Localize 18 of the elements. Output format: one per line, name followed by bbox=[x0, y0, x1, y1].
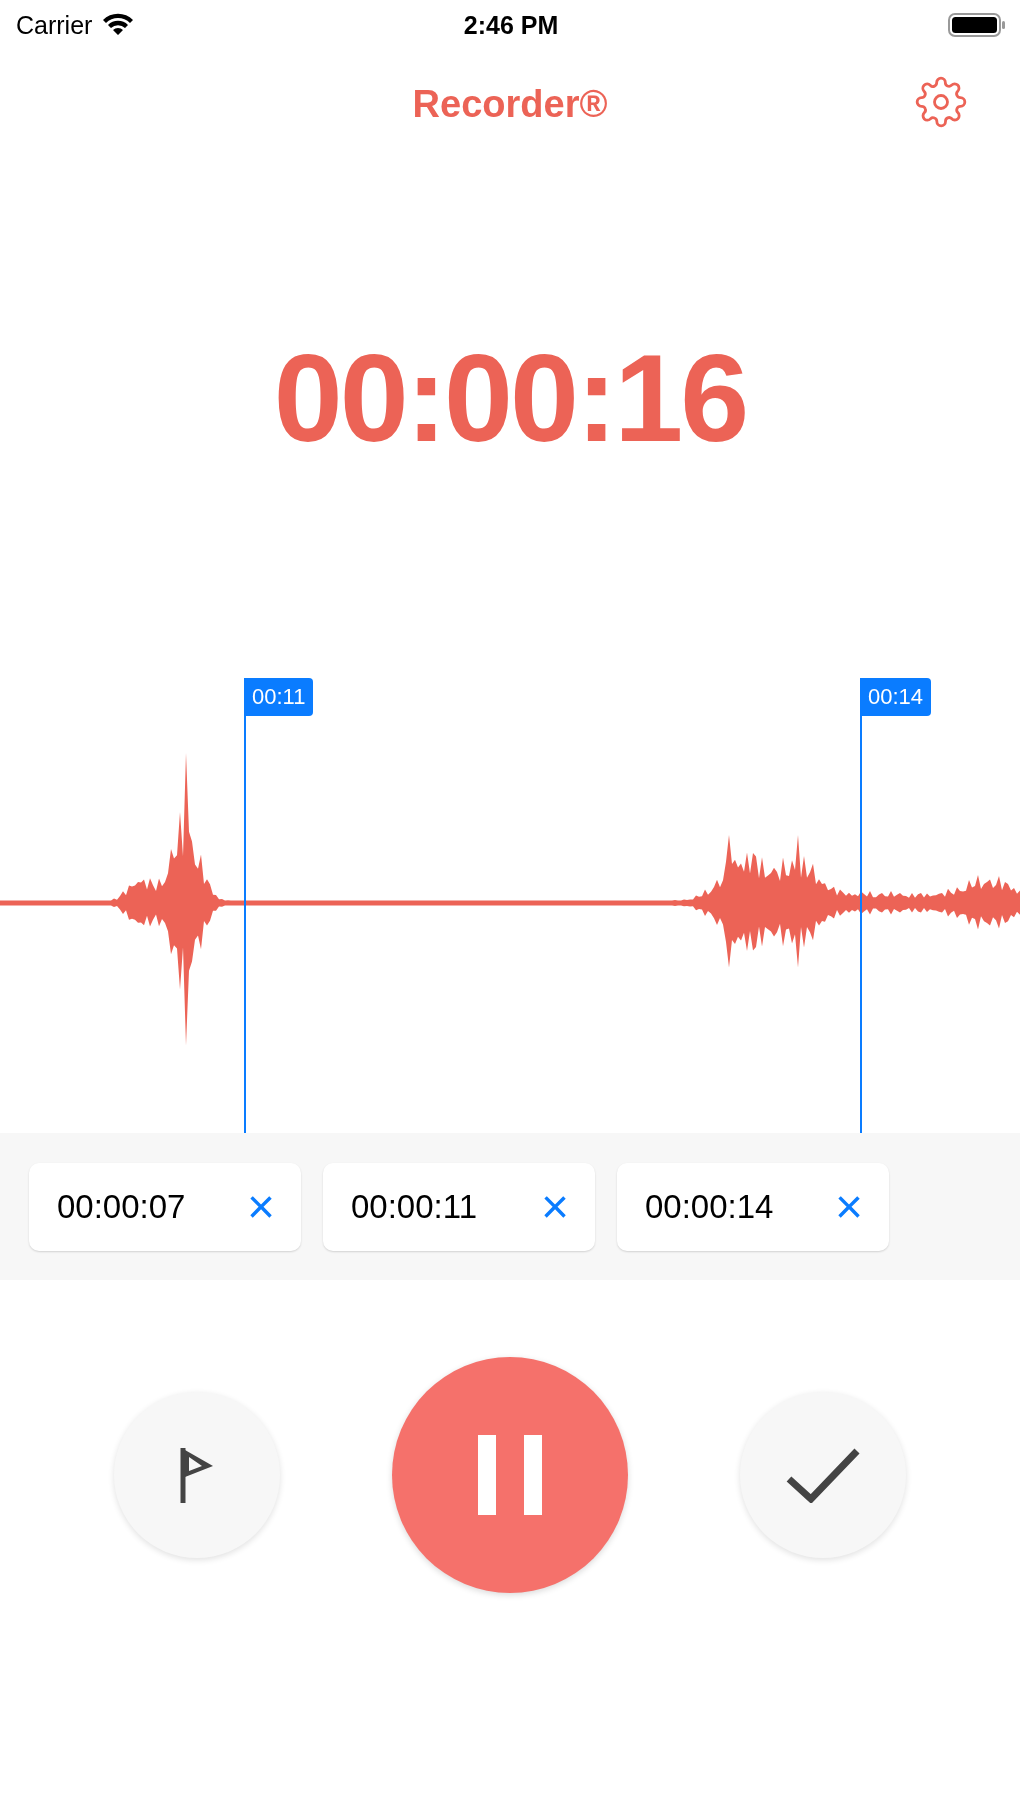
bookmark-time: 00:00:11 bbox=[351, 1187, 477, 1226]
settings-icon bbox=[915, 76, 967, 128]
remove-button[interactable]: × bbox=[834, 1182, 863, 1231]
checkmark-icon bbox=[786, 1447, 860, 1503]
app-title: Recorder® bbox=[412, 82, 608, 126]
marker-flag[interactable]: 00:14 bbox=[860, 678, 932, 716]
remove-button[interactable]: × bbox=[246, 1182, 275, 1231]
bookmark-time: 00:00:14 bbox=[645, 1187, 774, 1226]
clock-time: 2:46 PM bbox=[463, 10, 559, 40]
carrier-label: Carrier bbox=[16, 10, 93, 40]
elapsed-time: 00:00:16 bbox=[273, 328, 747, 469]
pause-icon bbox=[478, 1435, 542, 1515]
flag-icon bbox=[180, 1447, 214, 1503]
battery-icon bbox=[948, 12, 1006, 38]
remove-button[interactable]: × bbox=[540, 1182, 569, 1231]
wifi-icon bbox=[102, 13, 135, 37]
bookmark-time: 00:00:07 bbox=[57, 1187, 186, 1226]
marker-flag[interactable]: 00:11 bbox=[244, 678, 314, 716]
